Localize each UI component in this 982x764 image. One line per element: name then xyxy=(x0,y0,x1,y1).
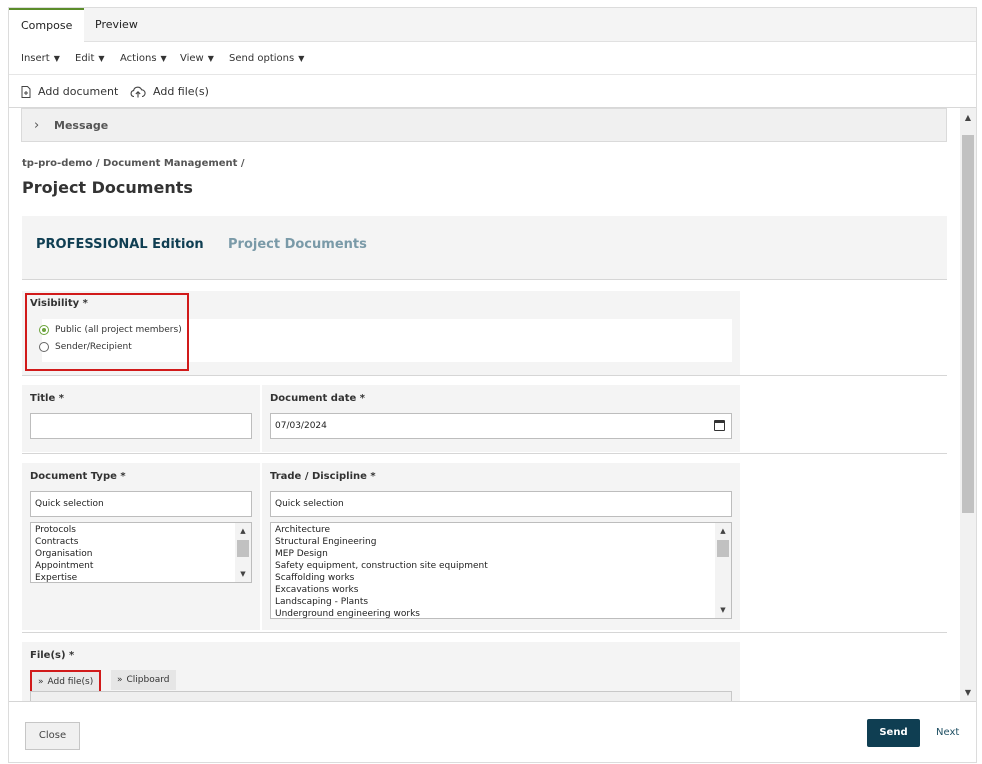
menu-label: Actions xyxy=(120,53,157,64)
document-date-label: Document date * xyxy=(270,393,365,404)
close-button[interactable]: Close xyxy=(25,722,80,750)
list-item[interactable]: Protocols xyxy=(31,524,251,536)
list-item[interactable]: Safety equipment, construction site equi… xyxy=(271,560,731,572)
add-document-label: Add document xyxy=(38,85,119,98)
scroll-down-icon[interactable]: ▼ xyxy=(960,685,976,701)
add-files-button[interactable]: Add file(s) xyxy=(130,85,209,98)
message-label: Message xyxy=(54,118,109,132)
title-label: Title * xyxy=(30,393,64,404)
document-date-input[interactable]: 07/03/2024 xyxy=(270,413,732,439)
trade-label: Trade / Discipline * xyxy=(270,471,376,482)
menu-label: Insert xyxy=(21,53,50,64)
menu-edit[interactable]: Edit ▼ xyxy=(75,53,105,64)
toolbar: Add document Add file(s) xyxy=(9,75,976,108)
scroll-up-icon[interactable]: ▲ xyxy=(715,524,731,538)
compose-dialog: Compose Preview Insert ▼ Edit ▼ Actions ▼ V… xyxy=(8,7,977,763)
tab-preview[interactable]: Preview xyxy=(83,8,150,42)
list-item[interactable]: Organisation xyxy=(31,548,251,560)
page-title: Project Documents xyxy=(22,178,193,197)
scroll-up-icon[interactable]: ▲ xyxy=(960,110,976,126)
menu-send-options[interactable]: Send options ▼ xyxy=(229,53,304,64)
add-files-upload-label: Add file(s) xyxy=(47,676,94,687)
list-item[interactable]: MEP Design xyxy=(271,548,731,560)
files-label: File(s) * xyxy=(30,650,75,661)
document-type-label: Document Type * xyxy=(30,471,126,482)
add-files-label: Add file(s) xyxy=(153,85,209,98)
list-scrollbar[interactable]: ▲ ▼ xyxy=(715,523,731,618)
main-scrollbar[interactable]: ▲ ▼ xyxy=(960,108,976,701)
menu-actions[interactable]: Actions ▼ xyxy=(120,53,167,64)
send-button[interactable]: Send xyxy=(867,719,920,747)
scrollbar-thumb[interactable] xyxy=(717,540,729,557)
document-type-list[interactable]: Protocols Contracts Organisation Appoint… xyxy=(30,522,252,583)
menu-bar: Insert ▼ Edit ▼ Actions ▼ View ▼ Send option… xyxy=(9,43,976,75)
add-files-upload-button[interactable]: » Add file(s) xyxy=(30,670,102,693)
caret-down-icon: ▼ xyxy=(53,54,60,63)
divider xyxy=(22,453,947,454)
list-item[interactable]: Architecture xyxy=(271,524,731,536)
scroll-up-icon[interactable]: ▲ xyxy=(235,524,251,538)
clipboard-label: Clipboard xyxy=(126,675,170,685)
edition-banner: PROFESSIONAL Edition Project Documents xyxy=(22,216,947,280)
list-item[interactable]: Excavations works xyxy=(271,584,731,596)
list-item[interactable]: Appointment xyxy=(31,560,251,572)
menu-label: Send options xyxy=(229,53,295,64)
trade-list[interactable]: Architecture Structural Engineering MEP … xyxy=(270,522,732,619)
dialog-footer: Close Send Next xyxy=(9,701,976,762)
divider xyxy=(22,632,947,633)
chevron-right-icon: › xyxy=(34,117,40,133)
file-drop-area[interactable] xyxy=(30,691,732,701)
caret-down-icon: ▼ xyxy=(207,54,214,63)
list-item[interactable]: Scaffolding works xyxy=(271,572,731,584)
list-item[interactable]: Landscaping - Plants xyxy=(271,596,731,608)
scroll-down-icon[interactable]: ▼ xyxy=(235,567,251,581)
scrollbar-thumb[interactable] xyxy=(962,135,974,513)
document-plus-icon xyxy=(21,85,31,98)
double-chevron-right-icon: » xyxy=(117,675,123,685)
list-item[interactable]: Underground engineering works xyxy=(271,608,731,618)
menu-insert[interactable]: Insert ▼ xyxy=(21,53,60,64)
cloud-upload-icon xyxy=(130,86,146,97)
list-item[interactable]: Contracts xyxy=(31,536,251,548)
tab-compose[interactable]: Compose xyxy=(9,8,85,43)
caret-down-icon: ▼ xyxy=(160,54,167,63)
add-document-button[interactable]: Add document xyxy=(21,85,118,98)
breadcrumb: tp-pro-demo / Document Management / xyxy=(22,158,245,169)
list-item[interactable]: Expertise xyxy=(31,572,251,582)
trade-quick-selection[interactable]: Quick selection xyxy=(270,491,732,517)
list-scrollbar[interactable]: ▲ ▼ xyxy=(235,523,251,582)
caret-down-icon: ▼ xyxy=(298,54,305,63)
calendar-icon[interactable] xyxy=(714,420,725,431)
highlight-visibility xyxy=(25,293,189,371)
tab-bar: Compose Preview xyxy=(9,8,976,43)
caret-down-icon: ▼ xyxy=(98,54,105,63)
menu-label: Edit xyxy=(75,53,95,64)
next-link[interactable]: Next xyxy=(936,727,959,738)
edition-name: PROFESSIONAL Edition xyxy=(36,237,204,252)
edition-module: Project Documents xyxy=(228,237,367,252)
document-date-value: 07/03/2024 xyxy=(275,421,327,431)
double-chevron-right-icon: » xyxy=(38,676,44,687)
title-input[interactable] xyxy=(30,413,252,439)
message-section-toggle[interactable]: › Message xyxy=(21,108,947,142)
document-type-quick-selection[interactable]: Quick selection xyxy=(30,491,252,517)
clipboard-button[interactable]: » Clipboard xyxy=(111,670,176,690)
list-item[interactable]: Structural Engineering xyxy=(271,536,731,548)
scroll-down-icon[interactable]: ▼ xyxy=(715,603,731,617)
scrollbar-thumb[interactable] xyxy=(237,540,249,557)
menu-view[interactable]: View ▼ xyxy=(180,53,214,64)
divider xyxy=(22,375,947,376)
form-content[interactable]: › Message tp-pro-demo / Document Managem… xyxy=(9,108,976,701)
menu-label: View xyxy=(180,53,204,64)
